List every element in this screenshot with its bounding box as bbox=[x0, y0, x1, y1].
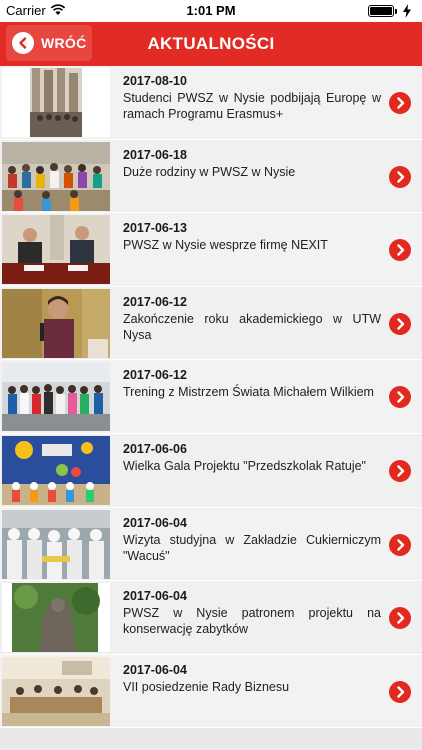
chevron-right-icon[interactable] bbox=[389, 533, 411, 556]
news-title: Trening z Mistrzem Świata Michałem Wilki… bbox=[123, 385, 374, 400]
battery-tip bbox=[395, 9, 397, 14]
news-thumbnail-nexit bbox=[2, 215, 110, 285]
news-item[interactable]: 2017-06-13 PWSZ w Nysie wesprze firmę NE… bbox=[0, 213, 422, 287]
status-bar: Carrier 1:01 PM bbox=[0, 0, 422, 22]
news-title: Duże rodziny w PWSZ w Nysie bbox=[123, 164, 296, 179]
news-date: 2017-06-18 bbox=[123, 147, 187, 162]
news-date: 2017-06-12 bbox=[123, 368, 187, 383]
news-date: 2017-06-04 bbox=[123, 589, 187, 604]
news-title: Wielka Gala Projektu "Przedszkolak Ratuj… bbox=[123, 458, 366, 473]
news-title: VII posiedzenie Rady Biznesu bbox=[123, 679, 290, 694]
status-time: 1:01 PM bbox=[186, 3, 236, 18]
news-thumbnail-wacus bbox=[2, 509, 110, 579]
chevron-right-icon[interactable] bbox=[389, 165, 411, 188]
news-date: 2017-06-06 bbox=[123, 441, 187, 456]
chevron-right-icon[interactable] bbox=[389, 239, 411, 262]
news-date: 2017-06-13 bbox=[123, 221, 187, 236]
news-item[interactable]: 2017-06-12 Zakończenie roku akademickieg… bbox=[0, 286, 422, 361]
news-title: Studenci PWSZ w Nysie podbijają Europę w… bbox=[123, 91, 381, 121]
chevron-right-icon[interactable] bbox=[389, 459, 411, 482]
chevron-right-icon[interactable] bbox=[389, 312, 411, 335]
news-date: 2017-06-04 bbox=[123, 662, 187, 677]
news-item[interactable]: 2017-08-10 Studenci PWSZ w Nysie podbija… bbox=[0, 66, 422, 140]
news-item[interactable]: 2017-06-04 VII posiedzenie Rady Biznesu bbox=[0, 654, 422, 729]
news-thumbnail-utw bbox=[2, 288, 110, 358]
news-thumbnail-business-council bbox=[2, 656, 110, 726]
chevron-right-icon[interactable] bbox=[389, 92, 411, 114]
news-item[interactable]: 2017-06-06 Wielka Gala Projektu "Przedsz… bbox=[0, 433, 422, 508]
page-title: AKTUALNOŚCI bbox=[147, 34, 275, 53]
chevron-right-icon[interactable] bbox=[389, 386, 411, 409]
battery-icon bbox=[368, 5, 394, 17]
news-title: Zakończenie roku akademickiego w UTW Nys… bbox=[123, 311, 381, 342]
news-thumbnail-gala bbox=[2, 435, 110, 505]
chevron-right-icon[interactable] bbox=[389, 607, 411, 630]
news-thumbnail-training bbox=[2, 362, 110, 432]
news-title: PWSZ w Nysie wesprze firmę NEXIT bbox=[123, 238, 328, 253]
news-list: 2017-08-10 Studenci PWSZ w Nysie podbija… bbox=[0, 66, 422, 729]
news-date: 2017-06-12 bbox=[123, 294, 187, 309]
chevron-right-icon[interactable] bbox=[389, 680, 411, 703]
news-item[interactable]: 2017-06-04 Wizyta studyjna w Zakładzie C… bbox=[0, 507, 422, 582]
charging-icon bbox=[403, 4, 411, 18]
news-title: PWSZ w Nysie patronem projektu na konser… bbox=[123, 606, 381, 637]
news-date: 2017-06-04 bbox=[123, 515, 187, 530]
news-item[interactable]: 2017-06-04 PWSZ w Nysie patronem projekt… bbox=[0, 581, 422, 655]
news-thumbnail-monument bbox=[2, 583, 110, 653]
news-item[interactable]: 2017-06-12 Trening z Mistrzem Świata Mic… bbox=[0, 360, 422, 434]
news-thumbnail-erasmus bbox=[2, 68, 110, 137]
news-date: 2017-08-10 bbox=[123, 74, 187, 88]
nav-bar: WRÓĆ AKTUALNOŚCI bbox=[0, 22, 422, 66]
news-item[interactable]: 2017-06-18 Duże rodziny w PWSZ w Nysie bbox=[0, 139, 422, 214]
news-title: Wizyta studyjna w Zakładzie Cukierniczym… bbox=[123, 532, 381, 563]
news-thumbnail-families bbox=[2, 141, 110, 211]
